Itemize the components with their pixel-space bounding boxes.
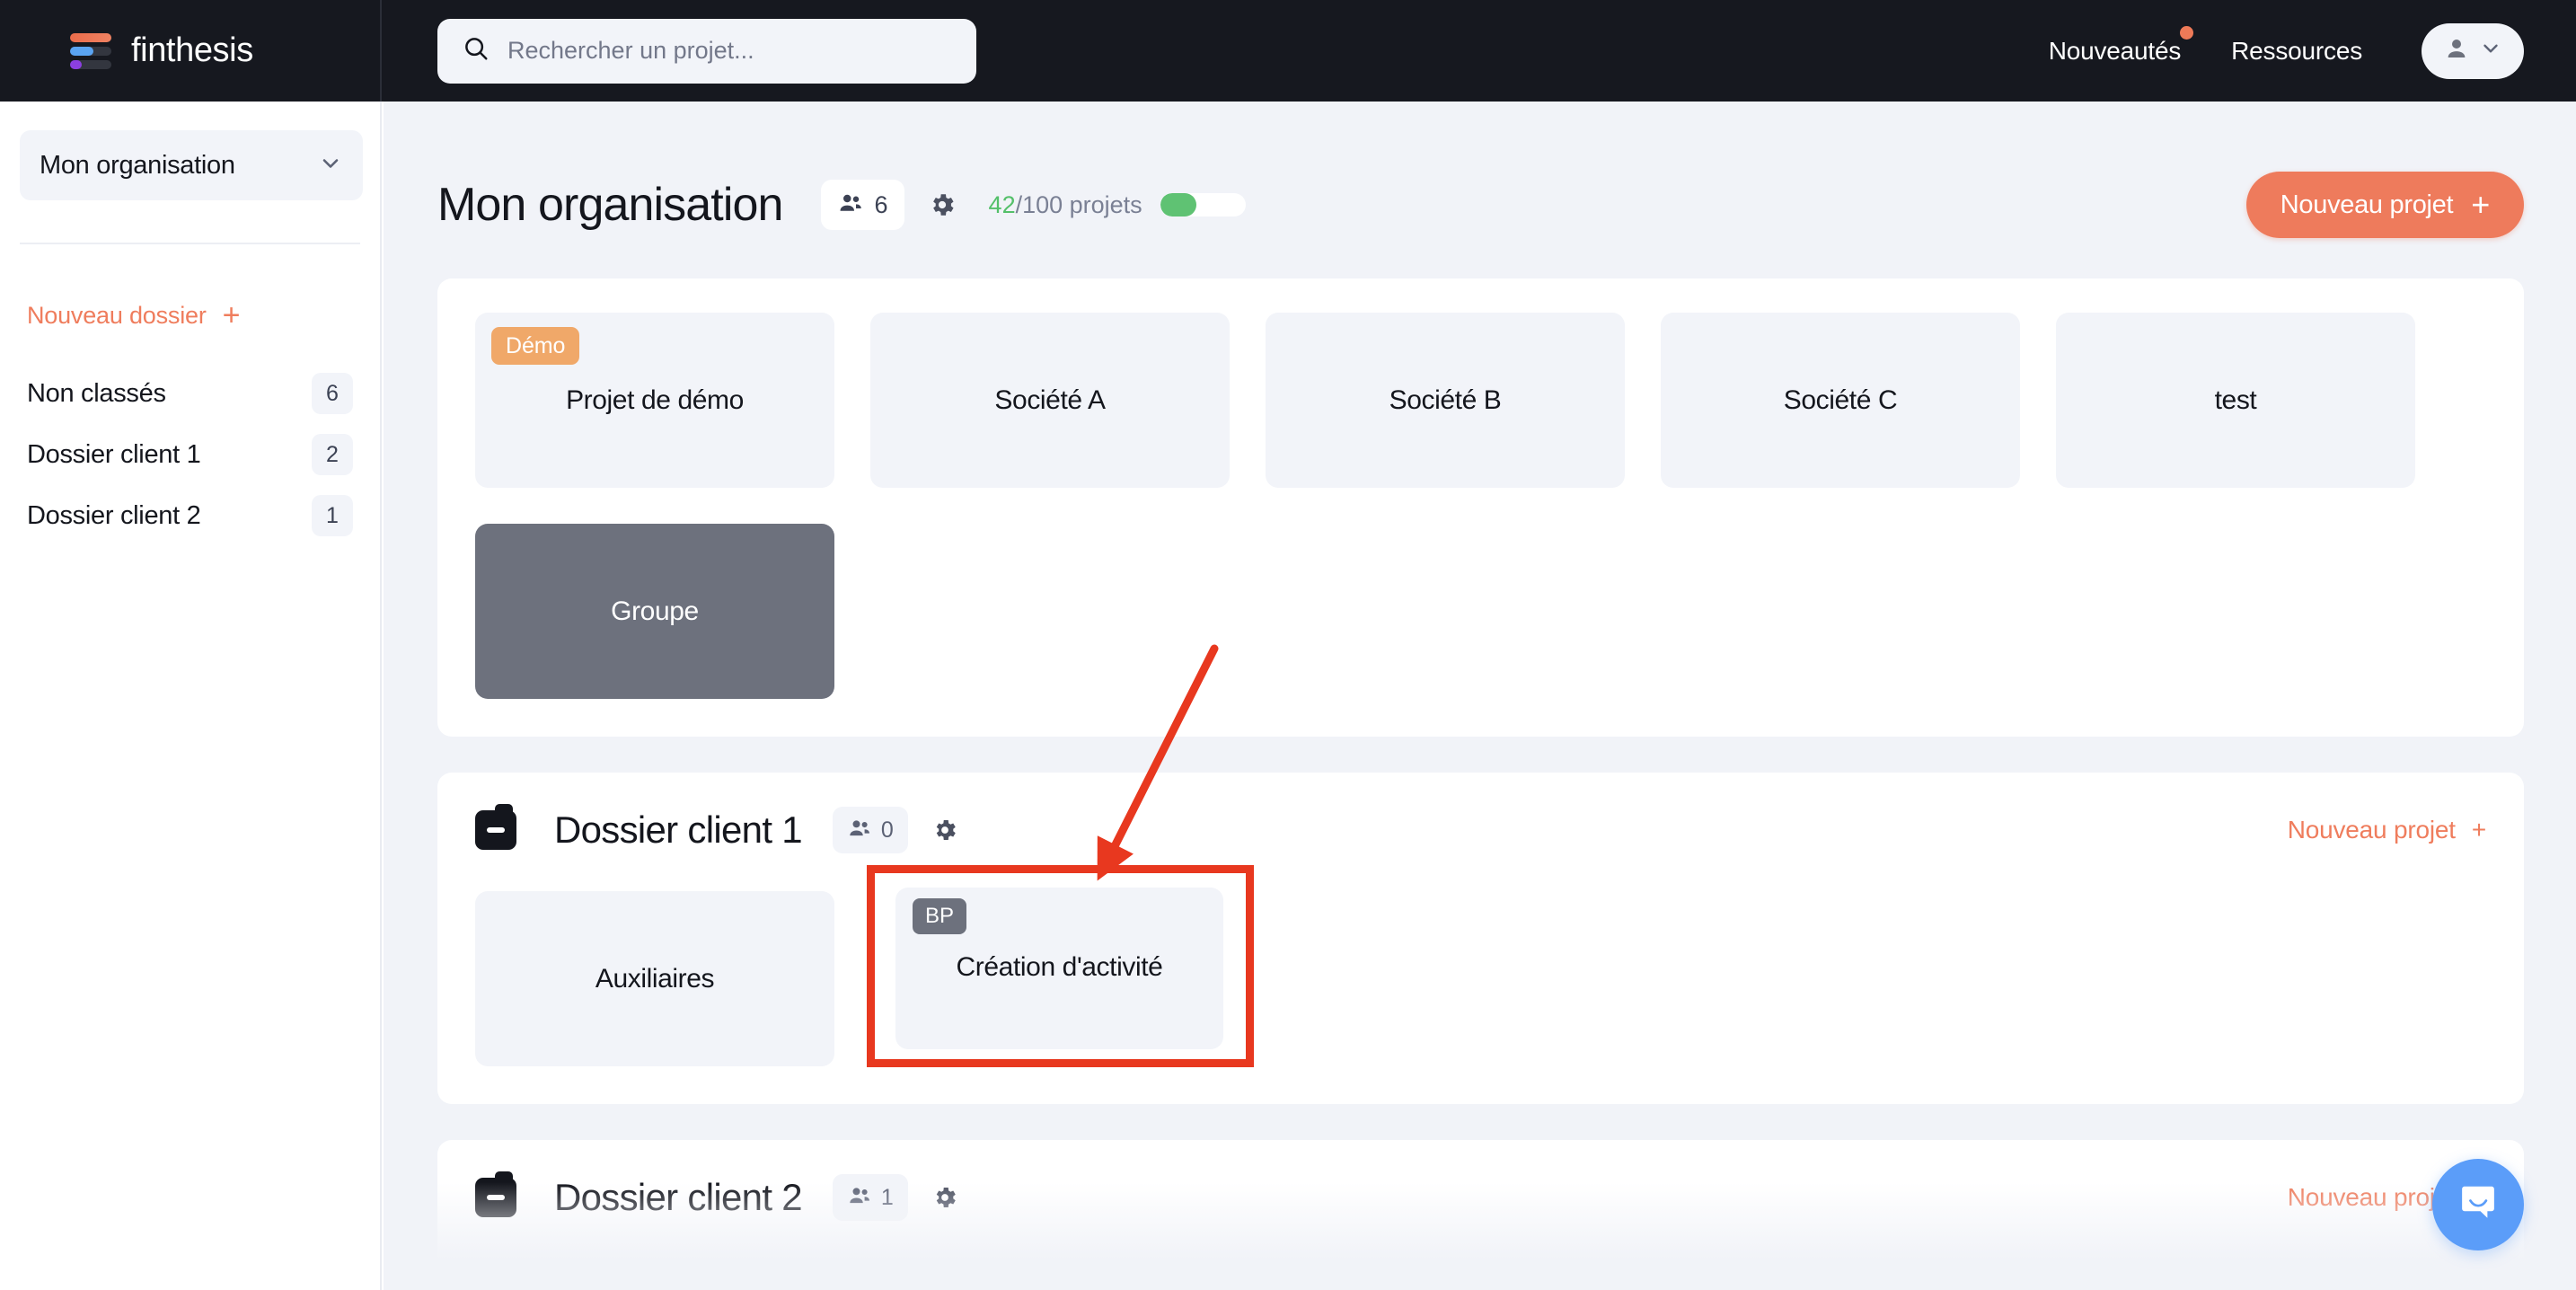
sidebar-item-label: Dossier client 1 bbox=[27, 439, 201, 469]
project-card-grid: Auxiliaires BP Création d'activité bbox=[475, 891, 2486, 1066]
folder-members-button[interactable]: 0 bbox=[832, 807, 908, 853]
section-unfiled-projects: Démo Projet de démo Société A Société B … bbox=[437, 278, 2524, 737]
search-container bbox=[382, 18, 976, 84]
project-card-title: Projet de démo bbox=[566, 384, 744, 415]
brand-name: finthesis bbox=[131, 31, 253, 69]
project-badge: BP bbox=[887, 906, 946, 943]
project-card-title: Groupe bbox=[611, 596, 699, 626]
org-members-button[interactable]: 6 bbox=[820, 180, 904, 230]
sidebar-item-count: 6 bbox=[312, 373, 353, 414]
org-selector-label: Mon organisation bbox=[40, 150, 235, 180]
nav-item-nouveautes-label: Nouveautés bbox=[2048, 36, 2182, 65]
project-card-grid: Démo Projet de démo Société A Société B … bbox=[475, 313, 2486, 699]
project-badge: Démo bbox=[491, 327, 580, 365]
search-icon bbox=[463, 35, 490, 66]
gear-icon[interactable] bbox=[928, 190, 957, 219]
folder-name: Dossier client 2 bbox=[554, 1176, 803, 1218]
project-card-title: Société B bbox=[1389, 384, 1502, 415]
project-card-title: Société A bbox=[994, 384, 1106, 415]
sidebar-divider bbox=[20, 243, 360, 244]
folder-members-count: 1 bbox=[880, 1184, 894, 1210]
folder-members-button[interactable]: 1 bbox=[832, 1174, 908, 1221]
project-card-societe-c[interactable]: Société C bbox=[1661, 313, 2020, 488]
search-input[interactable] bbox=[507, 37, 951, 65]
nav-item-ressources-label: Ressources bbox=[2231, 36, 2362, 65]
folder-header: Dossier client 2 1 Nouveau projet bbox=[475, 1171, 2486, 1221]
search-box[interactable] bbox=[437, 18, 976, 84]
gear-icon[interactable] bbox=[931, 817, 958, 844]
section-dossier-client-1: Dossier client 1 0 Nouveau projet + Auxi… bbox=[437, 773, 2524, 1104]
project-card-auxiliaires[interactable]: Auxiliaires bbox=[475, 891, 834, 1066]
project-card-grid bbox=[475, 1259, 2486, 1290]
org-selector[interactable]: Mon organisation bbox=[20, 130, 363, 200]
project-card-groupe[interactable]: Groupe bbox=[475, 524, 834, 699]
project-quota: 42/100 projets bbox=[989, 191, 1246, 219]
sidebar: Mon organisation Nouveau dossier + Non c… bbox=[0, 102, 382, 1290]
finthesis-bars-logo-icon bbox=[70, 32, 111, 70]
top-bar: finthesis Nouveautés Ressources bbox=[0, 0, 2576, 102]
project-card-title: Création d'activité bbox=[947, 963, 1153, 994]
chevron-down-icon bbox=[2479, 37, 2502, 65]
folder-header: Dossier client 1 0 Nouveau projet + bbox=[475, 804, 2486, 853]
users-icon bbox=[847, 816, 872, 845]
nav-item-ressources[interactable]: Ressources bbox=[2206, 37, 2387, 66]
new-folder-label: Nouveau dossier bbox=[27, 301, 207, 329]
chat-bubble-icon bbox=[2456, 1180, 2501, 1230]
project-card-title: Société C bbox=[1783, 384, 1898, 415]
brand-logo[interactable]: finthesis bbox=[0, 0, 382, 102]
gear-icon[interactable] bbox=[931, 1184, 958, 1211]
project-card-test[interactable]: test bbox=[2056, 313, 2415, 488]
folder-collapse-icon[interactable] bbox=[475, 804, 516, 850]
plus-icon: + bbox=[2471, 816, 2486, 844]
main-content: Mon organisation 6 42/100 projets Nouvea… bbox=[384, 102, 2576, 1290]
sidebar-item-count: 2 bbox=[312, 434, 353, 475]
folder-new-project-button[interactable]: Nouveau projet + bbox=[2288, 816, 2486, 844]
nav-item-nouveautes[interactable]: Nouveautés bbox=[2024, 25, 2206, 66]
project-card-societe-a[interactable]: Société A bbox=[870, 313, 1230, 488]
quota-progress-bar bbox=[1160, 193, 1246, 216]
notification-dot-icon bbox=[2180, 25, 2194, 40]
sidebar-folder-list: Non classés 6 Dossier client 1 2 Dossier… bbox=[20, 363, 360, 546]
new-folder-button[interactable]: Nouveau dossier + bbox=[20, 300, 360, 331]
user-icon bbox=[2443, 35, 2470, 66]
intercom-chat-button[interactable] bbox=[2432, 1159, 2524, 1250]
sidebar-item-count: 1 bbox=[312, 495, 353, 536]
users-icon bbox=[837, 190, 864, 221]
top-navigation: Nouveautés Ressources bbox=[2024, 22, 2576, 79]
folder-new-project-label: Nouveau projet bbox=[2287, 1183, 2456, 1211]
section-dossier-client-2: Dossier client 2 1 Nouveau projet bbox=[437, 1140, 2524, 1290]
folder-collapse-icon[interactable] bbox=[475, 1171, 516, 1217]
chevron-down-icon bbox=[318, 151, 343, 181]
project-card-creation-d-activite[interactable]: BP Création d'activité bbox=[870, 891, 1230, 1066]
plus-icon: + bbox=[222, 298, 241, 332]
plus-icon: + bbox=[2471, 186, 2490, 223]
project-card-societe-b[interactable]: Société B bbox=[1266, 313, 1625, 488]
account-menu-button[interactable] bbox=[2422, 22, 2524, 79]
project-card-partial[interactable] bbox=[475, 1259, 834, 1290]
new-project-button-label: Nouveau projet bbox=[2280, 190, 2454, 219]
sidebar-item-label: Non classés bbox=[27, 378, 166, 408]
page-header: Mon organisation 6 42/100 projets Nouvea… bbox=[384, 102, 2576, 238]
folder-members-count: 0 bbox=[880, 817, 894, 843]
quota-used: 42 bbox=[988, 190, 1016, 218]
folder-name: Dossier client 1 bbox=[554, 808, 803, 851]
sidebar-item-dossier-client-1[interactable]: Dossier client 1 2 bbox=[20, 424, 360, 485]
users-icon bbox=[847, 1183, 872, 1213]
project-card-projet-de-demo[interactable]: Démo Projet de démo bbox=[475, 313, 834, 488]
folder-new-project-label: Nouveau projet bbox=[2287, 816, 2456, 844]
quota-total: /100 projets bbox=[1015, 190, 1142, 218]
project-card-title: test bbox=[2214, 384, 2257, 415]
org-members-count: 6 bbox=[874, 190, 888, 218]
project-card-title: Auxiliaires bbox=[595, 963, 715, 994]
sidebar-item-non-classes[interactable]: Non classés 6 bbox=[20, 363, 360, 424]
sidebar-item-dossier-client-2[interactable]: Dossier client 2 1 bbox=[20, 485, 360, 546]
new-project-button[interactable]: Nouveau projet + bbox=[2245, 172, 2524, 238]
page-title: Mon organisation bbox=[437, 179, 783, 231]
sidebar-item-label: Dossier client 2 bbox=[27, 500, 201, 530]
